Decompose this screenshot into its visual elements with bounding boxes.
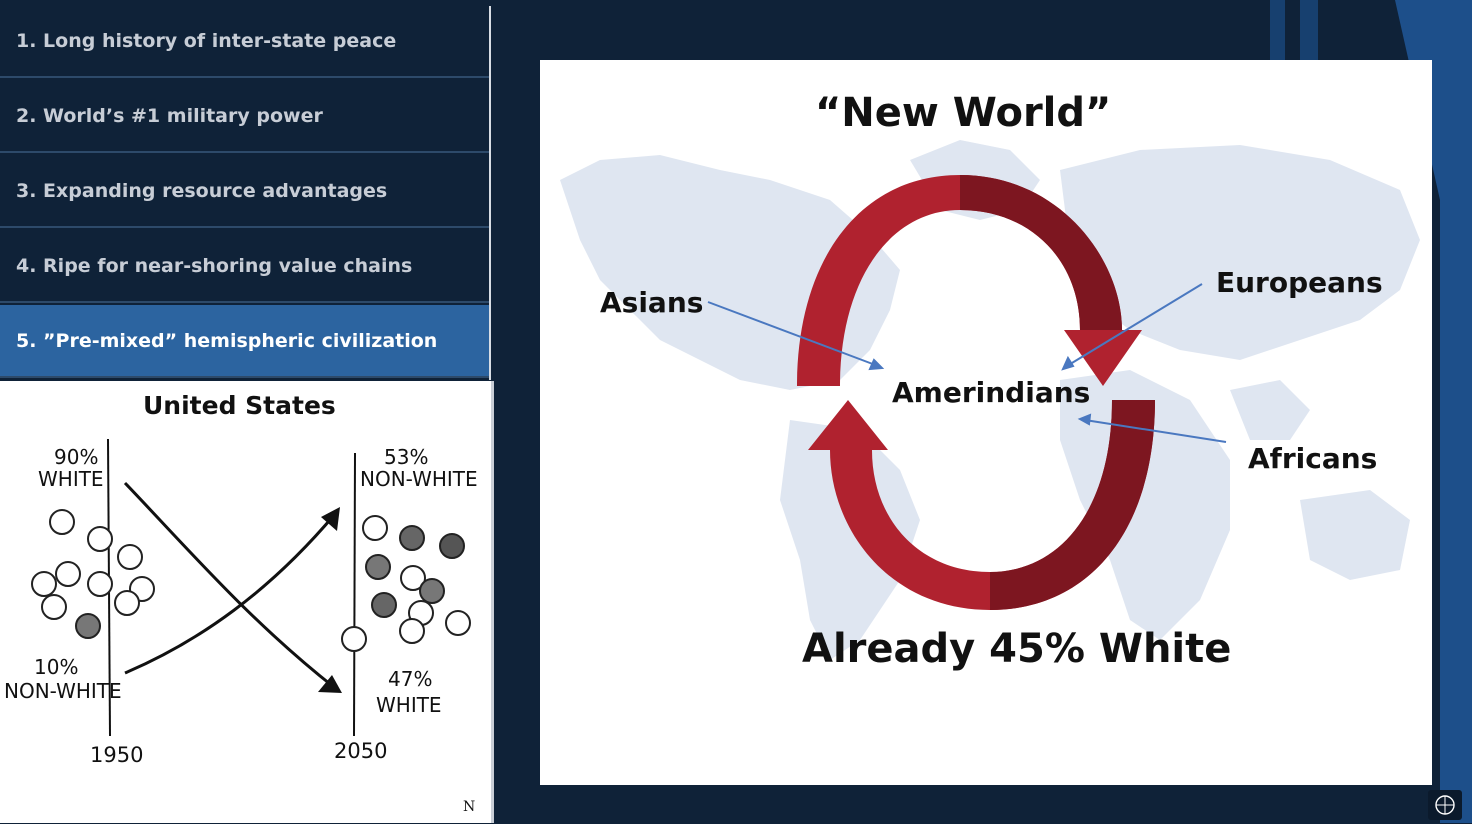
comic-left-bottom-label: NON-WHITE [4,679,122,703]
label-amerindians: Amerindians [892,376,1091,409]
comic-year-start: 1950 [90,743,144,767]
comic-left-top-pct: 90% [54,445,99,469]
menu-item-4[interactable]: 4. Ripe for near-shoring value chains [0,230,489,303]
label-asians: Asians [600,286,704,319]
menu-item-5[interactable]: 5. ”Pre-mixed” hemispheric civilization [0,305,489,378]
diagram-footer: Already 45% White [802,626,1232,672]
label-europeans: Europeans [1216,266,1383,299]
diagram-panel: “New World” Asians Europeans Amerindians… [540,60,1432,785]
menu-item-3[interactable]: 3. Expanding resource advantages [0,155,489,228]
comic-right-bottom-pct: 47% [388,667,433,691]
comic-title: United States [143,391,336,420]
world-map-and-cycle [560,140,1420,660]
menu-divider [489,6,491,380]
diagram-title: “New World” [815,90,1112,136]
comic-left-bottom-pct: 10% [34,655,79,679]
comic-year-end: 2050 [334,739,388,763]
comic-right-top-pct: 53% [384,445,429,469]
comic-signature: N [463,799,476,815]
menu-item-1[interactable]: 1. Long history of inter-state peace [0,5,489,78]
comic-left-top-label: WHITE [38,467,104,491]
comic-panel: United States 90% WHITE 10% NON-WHITE 53… [0,381,494,823]
comic-right-bottom-label: WHITE [376,693,442,717]
comic-right-top-label: NON-WHITE [360,467,478,491]
brand-logo-icon [1428,790,1462,820]
label-africans: Africans [1248,442,1378,475]
menu-item-2[interactable]: 2. World’s #1 military power [0,80,489,153]
